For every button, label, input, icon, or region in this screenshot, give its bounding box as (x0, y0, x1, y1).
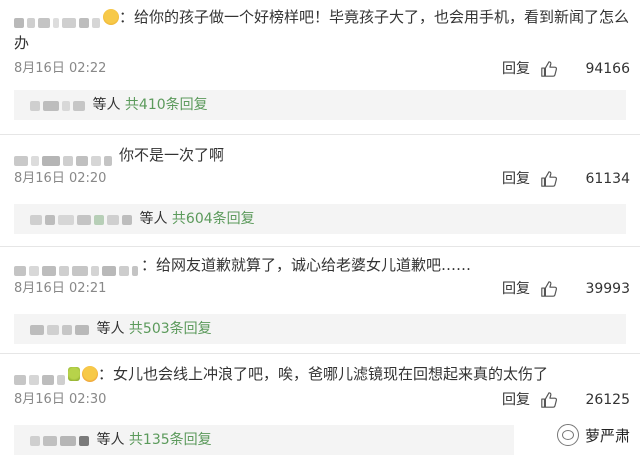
thumbs-up-icon[interactable] (540, 280, 558, 298)
sub-replies-link[interactable]: 等人 共604条回复 (14, 204, 626, 234)
comment-1-text: ：给你的孩子做一个好榜样吧！毕竟孩子大了，也会用手机，看到新闻了怎么 (14, 4, 632, 30)
comment-2-text: 你不是一次了啊 (14, 142, 632, 168)
thumbs-up-icon[interactable] (540, 391, 558, 409)
blurred-username (30, 321, 92, 335)
comment-1: ：给你的孩子做一个好榜样吧！毕竟孩子大了，也会用手机，看到新闻了怎么 办 8月1… (0, 0, 640, 120)
comment-3: ：给网友道歉就算了，诚心给老婆女儿道歉吧…… 8月16日 02:21 回复 39… (0, 250, 640, 350)
like-count: 94166 (585, 61, 630, 77)
comment-2-body: 你不是一次了啊 (119, 146, 225, 164)
comment-3-body: ：给网友道歉就算了，诚心给老婆女儿道歉吧…… (141, 256, 472, 274)
comment-4-body: ：女儿也会线上冲浪了吧，唉，爸哪儿滤镜现在回想起来真的太伤了 (98, 365, 549, 383)
like-count: 61134 (585, 171, 630, 187)
blurred-username[interactable] (14, 367, 68, 385)
blurred-username[interactable] (14, 258, 141, 276)
reply-button[interactable]: 回复 (502, 389, 530, 411)
reply-button[interactable]: 回复 (502, 58, 530, 80)
comment-2-meta: 8月16日 02:20 回复 61134 (14, 168, 630, 190)
timestamp: 8月16日 02:21 (14, 281, 107, 296)
wechat-logo-icon (556, 424, 579, 446)
comment-1-body-cont: 办 (14, 34, 30, 52)
sub-replies-link[interactable]: 等人 共503条回复 (14, 314, 626, 344)
comment-4: ：女儿也会线上冲浪了吧，唉，爸哪儿滤镜现在回想起来真的太伤了 8月16日 02:… (0, 357, 640, 460)
like-count: 39993 (585, 281, 630, 297)
sub-replies-suffix: 等人 (139, 211, 168, 227)
divider (0, 246, 640, 247)
divider (0, 353, 640, 354)
sub-replies-suffix: 等人 (96, 432, 125, 448)
sub-replies-link[interactable]: 等人 共135条回复 (14, 425, 514, 455)
blurred-username (30, 432, 92, 446)
face-emoji-icon (82, 365, 98, 382)
blurred-username[interactable] (14, 148, 115, 166)
divider (0, 134, 640, 135)
blurred-username[interactable] (14, 10, 103, 28)
face-emoji-icon (68, 366, 80, 381)
reply-button[interactable]: 回复 (502, 278, 530, 300)
face-emoji-icon (103, 8, 119, 25)
comment-3-text: ：给网友道歉就算了，诚心给老婆女儿道歉吧…… (14, 252, 632, 278)
like-count: 26125 (585, 392, 630, 408)
timestamp: 8月16日 02:22 (14, 61, 107, 76)
comment-4-meta: 8月16日 02:30 回复 26125 (14, 389, 630, 411)
watermark: 萝严肃 (556, 424, 630, 446)
comment-4-text: ：女儿也会线上冲浪了吧，唉，爸哪儿滤镜现在回想起来真的太伤了 (14, 361, 632, 387)
reply-button[interactable]: 回复 (502, 168, 530, 190)
reply-count[interactable]: 共410条回复 (125, 97, 208, 113)
timestamp: 8月16日 02:20 (14, 171, 107, 186)
thumbs-up-icon[interactable] (540, 60, 558, 78)
blurred-username (30, 211, 135, 225)
sub-replies-suffix: 等人 (96, 321, 125, 337)
reply-count[interactable]: 共604条回复 (172, 211, 255, 227)
blurred-username (30, 97, 88, 111)
reply-count[interactable]: 共135条回复 (129, 432, 212, 448)
comment-3-meta: 8月16日 02:21 回复 39993 (14, 278, 630, 300)
sub-replies-link[interactable]: 等人 共410条回复 (14, 90, 626, 120)
sub-replies-suffix: 等人 (92, 97, 121, 113)
comment-1-body: ：给你的孩子做一个好榜样吧！毕竟孩子大了，也会用手机，看到新闻了怎么 (119, 8, 630, 26)
reply-count[interactable]: 共503条回复 (129, 321, 212, 337)
timestamp: 8月16日 02:30 (14, 392, 107, 407)
comment-2: 你不是一次了啊 8月16日 02:20 回复 61134 等人 共604条回复 (0, 138, 640, 238)
watermark-text: 萝严肃 (584, 426, 630, 445)
thumbs-up-icon[interactable] (540, 170, 558, 188)
comment-1-meta: 8月16日 02:22 回复 94166 (14, 58, 630, 80)
